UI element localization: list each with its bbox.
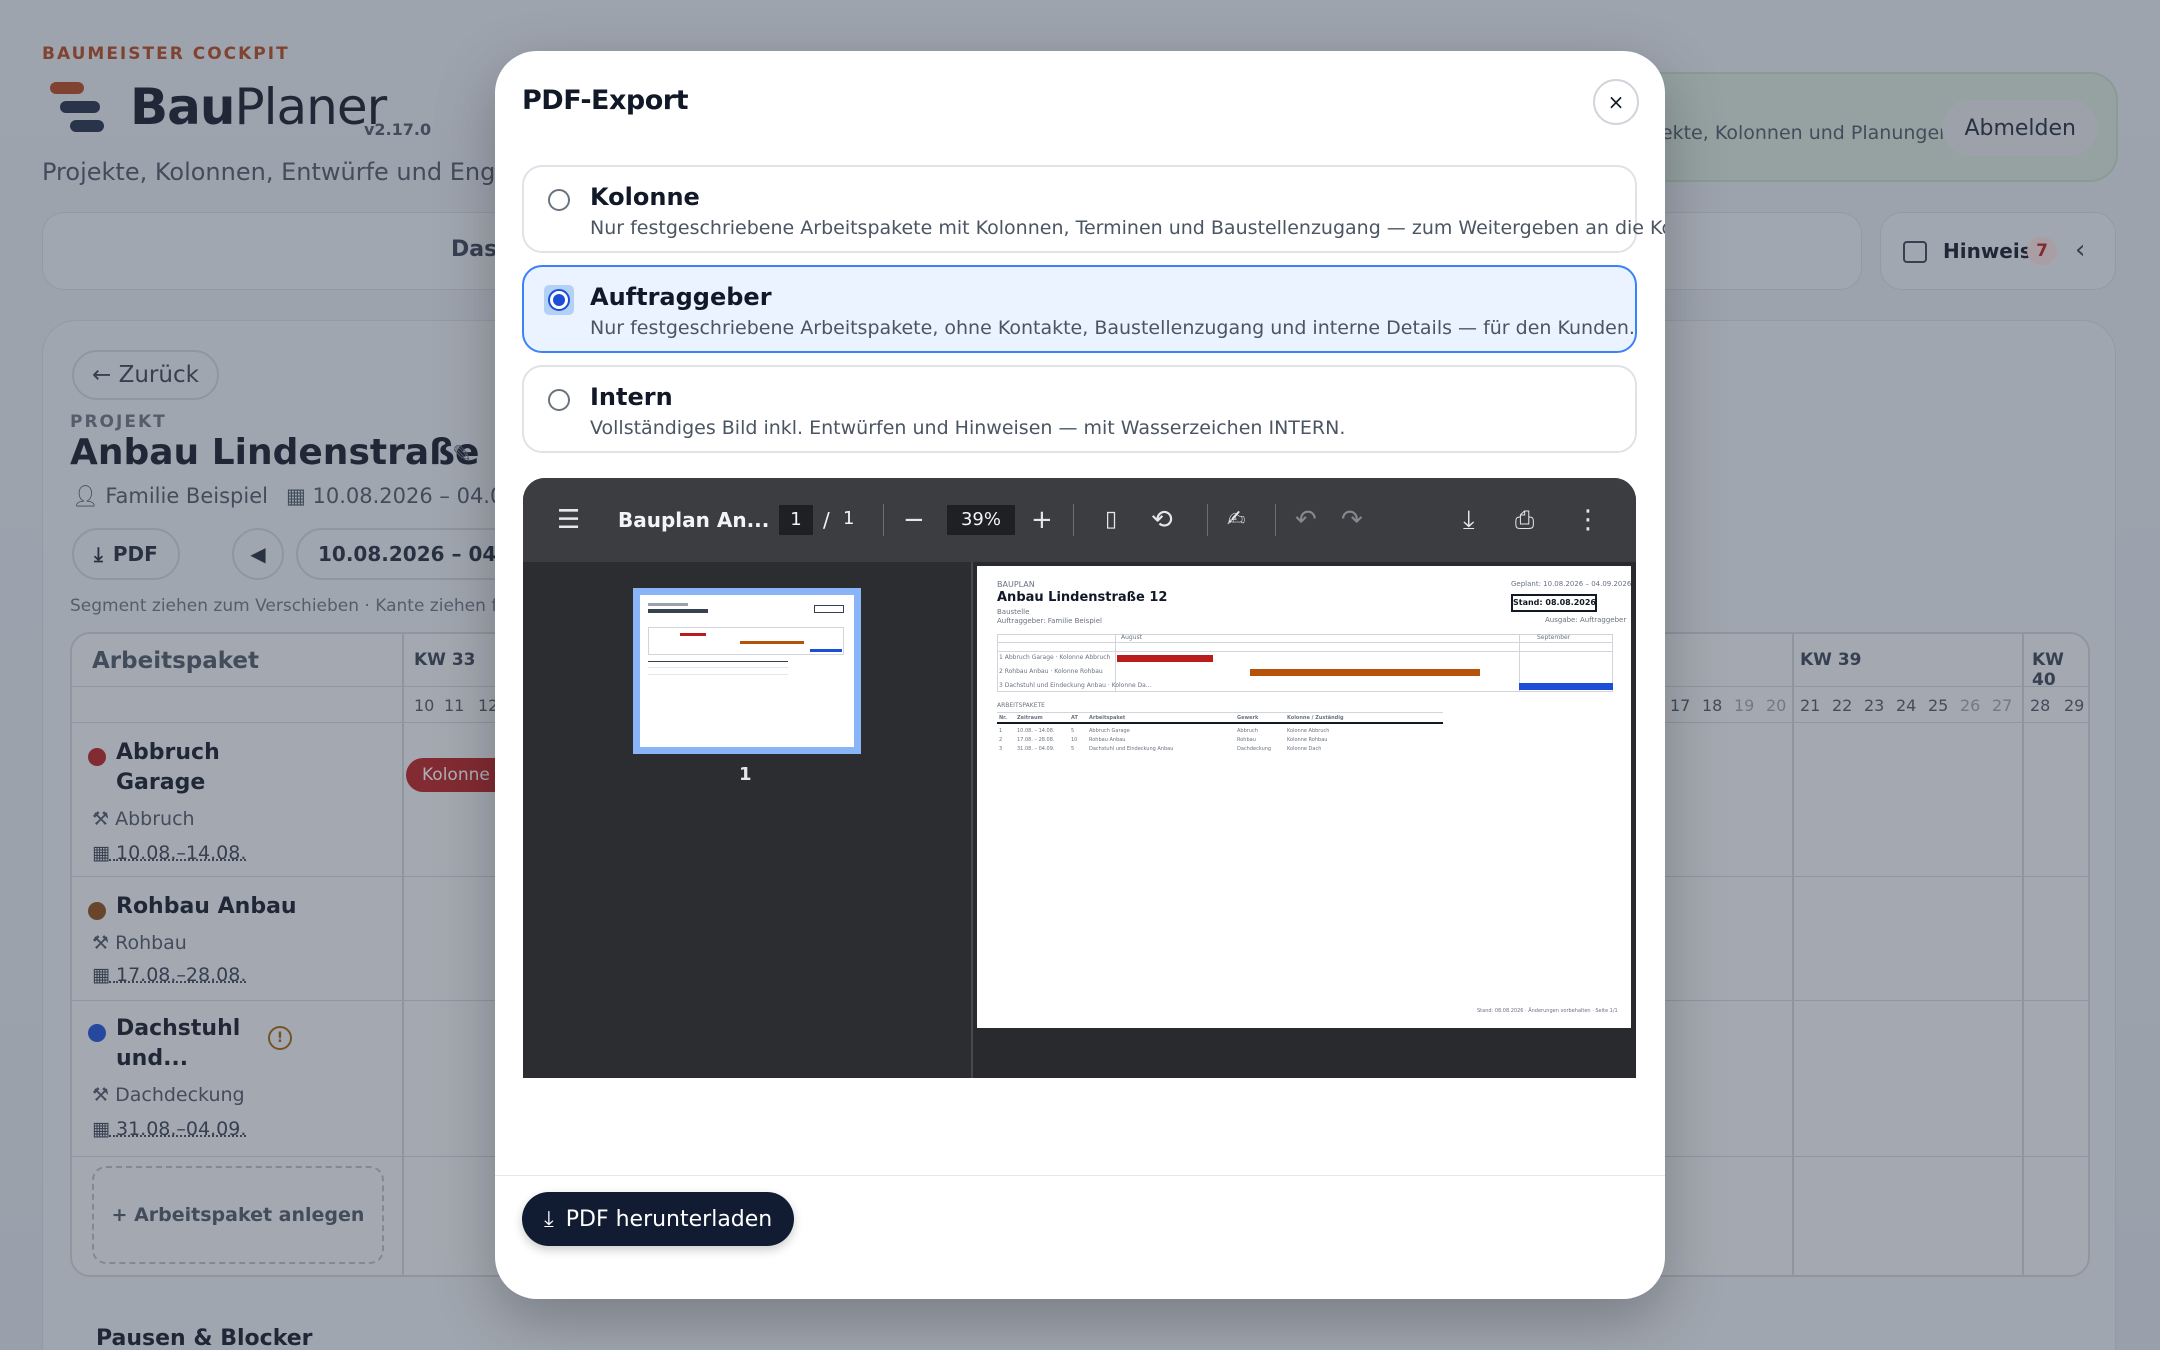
preview-table-cell: Kolonne / Zuständig [1287,715,1344,721]
fit-page-icon[interactable]: ▯ [1105,504,1117,536]
preview-month: August [1121,634,1142,641]
preview-planned: Geplant: 10.08.2026 – 04.09.2026 [1511,580,1632,588]
preview-table-cell: Gewerk [1237,715,1259,721]
preview-table-cell: 10.08. – 14.08. [1017,728,1055,734]
download-pdf-button[interactable]: ⤓ PDF herunterladen [522,1192,795,1246]
modal-footer-divider [495,1175,1665,1176]
preview-line2: Auftraggeber: Familie Beispiel [997,617,1102,625]
more-icon[interactable]: ⋮ [1575,504,1601,536]
page-total: 1 [843,508,855,529]
option-title: Kolonne [590,183,700,211]
preview-table-cell: Rohbau [1237,737,1256,743]
option-title: Auftraggeber [590,283,772,311]
option-description: Vollständiges Bild inkl. Entwürfen und H… [590,417,1346,439]
preview-table-cell: Zeitraum [1017,715,1043,721]
radio-auftraggeber[interactable] [548,289,570,311]
preview-row: 3 Dachstuhl und Eindeckung Anbau · Kolon… [999,682,1152,689]
preview-table-cell: 31.08. – 04.09. [1017,746,1055,752]
preview-row: 1 Abbruch Garage · Kolonne Abbruch [999,654,1111,661]
menu-icon[interactable]: ☰ [557,504,580,536]
preview-row: 2 Rohbau Anbau · Kolonne Rohbau [999,668,1103,675]
option-description: Nur festgeschriebene Arbeitspakete, ohne… [590,317,1635,339]
preview-stand: Stand: 08.08.2026 [1511,594,1597,612]
thumbnail-sidebar: 1 [523,562,973,1078]
viewer-toolbar: ☰ Bauplan An... 1 / 1 − 39% + ▯ ⟲ ✍︎ ↶ ↷… [523,478,1636,562]
thumbnail-number: 1 [739,764,752,785]
option-auftraggeber[interactable]: Auftraggeber Nur festgeschriebene Arbeit… [522,265,1637,353]
preview-table-cell: 17.08. – 28.08. [1017,737,1055,743]
option-kolonne[interactable]: Kolonne Nur festgeschriebene Arbeitspake… [522,165,1665,253]
radio-kolonne[interactable] [548,189,570,211]
preview-bar-dach [1519,683,1613,690]
pdf-export-modal: PDF-Export × Kolonne Nur festgeschrieben… [495,51,1665,1299]
undo-icon[interactable]: ↶ [1295,504,1317,536]
preview-table-cell: 2 [999,737,1003,743]
preview-bar-abbruch [1117,655,1213,662]
preview-table-cell: Dachstuhl und Eindeckung Anbau [1089,746,1174,752]
preview-table-cell: Rohbau Anbau [1089,737,1126,743]
preview-variant: Ausgabe: Auftraggeber [1545,616,1627,624]
preview-section: ARBEITSPAKETE [997,702,1045,709]
preview-footer: Stand: 08.08.2026 · Änderungen vorbehalt… [1477,1008,1618,1014]
option-title: Intern [590,383,673,411]
redo-icon[interactable]: ↷ [1341,504,1363,536]
preview-table-cell: AT [1071,715,1078,721]
preview-table-cell: Kolonne Rohbau [1287,737,1328,743]
viewer-doc-title: Bauplan An... [618,508,770,532]
option-intern[interactable]: Intern Vollständiges Bild inkl. Entwürfe… [522,365,1637,453]
zoom-out-icon[interactable]: − [903,504,925,536]
preview-table-cell: Arbeitspaket [1089,715,1126,721]
close-button[interactable]: × [1593,79,1639,125]
preview-table-cell: 1 [999,728,1003,734]
preview-table-cell: 3 [999,746,1003,752]
page-number-input[interactable]: 1 [779,505,813,535]
download-icon: ⤓ [544,1206,554,1232]
preview-table-cell: Dachdeckung [1237,746,1272,752]
preview-table-cell: 10 [1071,737,1078,743]
radio-intern[interactable] [548,389,570,411]
pdf-page-preview: BAUPLAN Anbau Lindenstraße 12 Baustelle … [977,566,1631,1028]
preview-table-cell: Nr. [999,715,1007,721]
option-description: Nur festgeschriebene Arbeitspakete mit K… [590,217,1665,239]
pdf-viewer: ☰ Bauplan An... 1 / 1 − 39% + ▯ ⟲ ✍︎ ↶ ↷… [523,478,1636,1078]
preview-table-cell: Abbruch [1237,728,1258,734]
preview-month: September [1537,634,1571,641]
radio-focus-ring [544,285,574,315]
rotate-icon[interactable]: ⟲ [1151,504,1173,536]
zoom-in-icon[interactable]: + [1031,504,1053,536]
draw-icon[interactable]: ✍︎ [1227,504,1245,536]
preview-table-cell: 5 [1071,746,1075,752]
preview-table-cell: Kolonne Abbruch [1287,728,1330,734]
preview-line1: Baustelle [997,608,1030,616]
page-separator: / [823,508,830,532]
preview-table-cell: 5 [1071,728,1075,734]
preview-title: Anbau Lindenstraße 12 [997,590,1168,605]
modal-title: PDF-Export [522,85,688,116]
download-icon[interactable]: ⤓ [1463,504,1475,536]
page-thumbnail[interactable] [633,588,861,754]
preview-bar-rohbau [1250,669,1480,676]
print-icon[interactable]: ⎙ [1515,504,1534,536]
preview-kicker: BAUPLAN [997,580,1035,589]
zoom-input[interactable]: 39% [947,505,1015,535]
preview-table-cell: Kolonne Dach [1287,746,1322,752]
preview-table-cell: Abbruch Garage [1089,728,1130,734]
